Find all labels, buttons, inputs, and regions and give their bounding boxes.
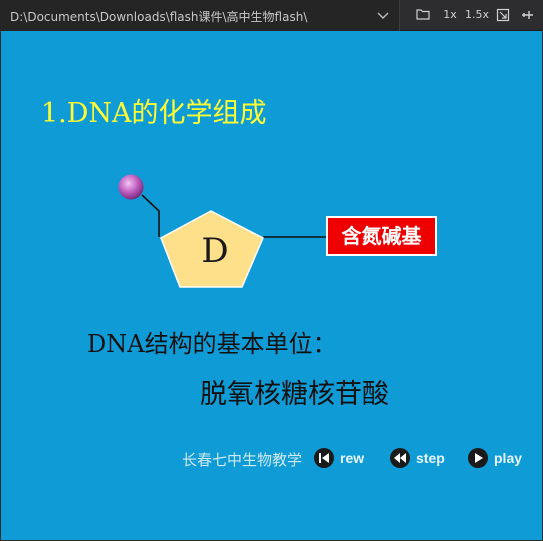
step-button[interactable]: step <box>390 447 445 469</box>
sugar-letter: D <box>201 231 229 271</box>
path-field[interactable]: D:\Documents\Downloads\flash课件\高中生物flash… <box>0 0 400 31</box>
path-text: D:\Documents\Downloads\flash课件\高中生物flash… <box>10 10 308 24</box>
toolbar: D:\Documents\Downloads\flash课件\高中生物flash… <box>0 0 543 31</box>
play-label: play <box>494 450 523 466</box>
play-icon <box>468 448 488 468</box>
fit-window-icon[interactable] <box>494 6 512 24</box>
rewind-icon <box>314 448 334 468</box>
play-button[interactable]: play <box>468 447 522 469</box>
nitrogenous-base-label: 含氮碱基 <box>326 216 437 256</box>
rew-button[interactable]: rew <box>314 447 364 469</box>
zoom-1-5x-button[interactable]: 1.5x <box>465 6 489 24</box>
folder-icon[interactable] <box>414 6 432 24</box>
basic-unit-label: DNA结构的基本单位： <box>87 330 337 358</box>
pin-icon[interactable] <box>518 6 536 24</box>
flash-stage: 1.DNA的化学组成 D 含氮碱基 DNA结构的基本单位： 脱氧核糖核苷酸 长春… <box>1 31 542 540</box>
credit-text: 长春七中生物教学 <box>182 451 303 469</box>
phosphate-ball <box>118 174 144 200</box>
phosphate-bond <box>141 194 160 237</box>
zoom-1x-button[interactable]: 1x <box>440 6 460 24</box>
rew-label: rew <box>340 450 365 466</box>
chevron-down-icon[interactable] <box>376 8 390 22</box>
step-back-icon <box>390 448 410 468</box>
basic-unit-value: 脱氧核糖核苷酸 <box>200 379 389 410</box>
step-label: step <box>416 450 445 466</box>
